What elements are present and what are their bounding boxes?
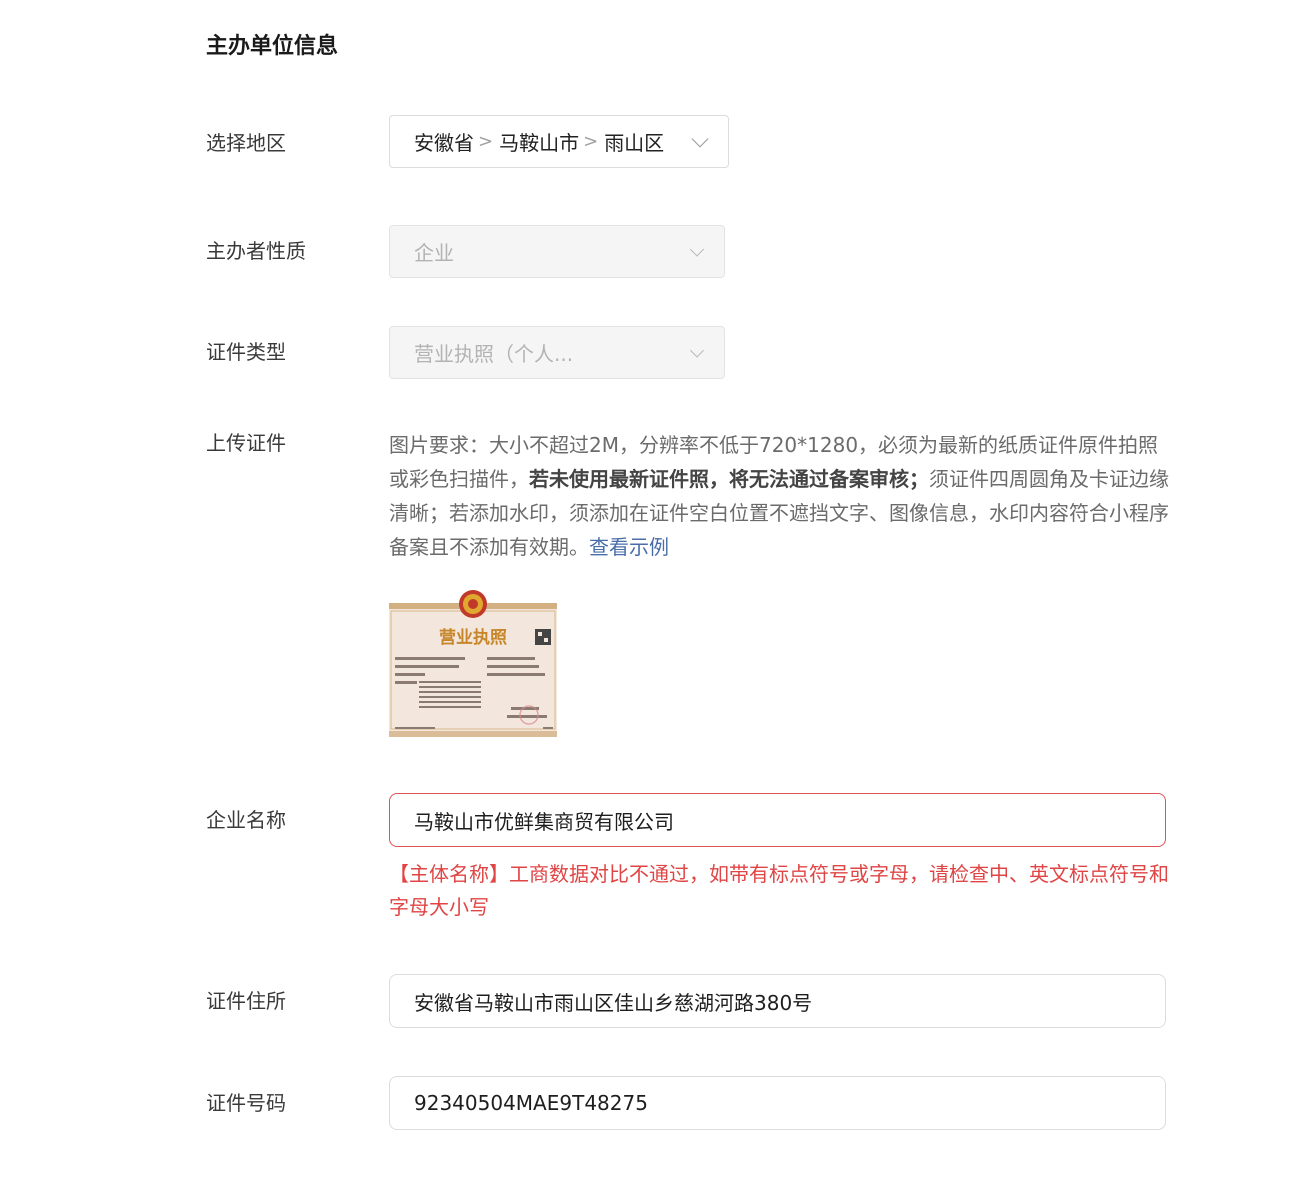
- cert-type-select[interactable]: 营业执照（个人...: [389, 326, 725, 379]
- cert-number-input[interactable]: 92340504MAE9T48275: [389, 1076, 1166, 1130]
- chevron-right-icon: >: [478, 131, 494, 152]
- license-thumbnail[interactable]: 营业执照: [389, 587, 557, 737]
- cert-number-label: 证件号码: [206, 1091, 286, 1115]
- chevron-down-icon: [689, 241, 705, 257]
- address-value: 安徽省马鞍山市雨山区佳山乡慈湖河路380号: [414, 990, 813, 1015]
- region-select[interactable]: 安徽省 > 马鞍山市 > 雨山区: [389, 115, 729, 168]
- requirements-warning: 若未使用最新证件照，将无法通过备案审核；: [529, 467, 929, 491]
- nature-select[interactable]: 企业: [389, 225, 725, 278]
- company-name-error: 【主体名称】工商数据对比不通过，如带有标点符号或字母，请检查中、英文标点符号和字…: [389, 862, 1169, 919]
- chevron-right-icon: >: [583, 131, 599, 152]
- cert-type-label: 证件类型: [206, 340, 286, 364]
- nature-value: 企业: [414, 241, 454, 265]
- cert-type-value: 营业执照（个人...: [414, 342, 574, 366]
- nature-label: 主办者性质: [206, 239, 306, 263]
- registration-form-page: 主办单位信息 选择地区 安徽省 > 马鞍山市 > 雨山区 主办者性质 企业 证件…: [0, 0, 1305, 1191]
- region-city: 马鞍山市: [499, 131, 580, 155]
- cert-number-value: 92340504MAE9T48275: [414, 1091, 648, 1115]
- section-title: 主办单位信息: [206, 34, 339, 59]
- company-name-input[interactable]: 马鞍山市优鲜集商贸有限公司: [389, 793, 1166, 847]
- region-label: 选择地区: [206, 131, 286, 155]
- company-name-label: 企业名称: [206, 808, 286, 832]
- license-title: 营业执照: [439, 627, 507, 648]
- view-example-link[interactable]: 查看示例: [589, 535, 669, 559]
- upload-label: 上传证件: [206, 431, 286, 455]
- region-district: 雨山区: [604, 131, 665, 155]
- chevron-down-icon: [691, 130, 709, 147]
- license-image: 营业执照: [389, 590, 557, 737]
- company-name-value: 马鞍山市优鲜集商贸有限公司: [414, 809, 674, 834]
- address-label: 证件住所: [206, 989, 286, 1013]
- address-input[interactable]: 安徽省马鞍山市雨山区佳山乡慈湖河路380号: [389, 974, 1166, 1028]
- upload-requirements: 图片要求：大小不超过2M，分辨率不低于720*1280，必须为最新的纸质证件原件…: [389, 428, 1169, 564]
- region-province: 安徽省: [414, 131, 474, 155]
- chevron-down-icon: [689, 342, 705, 358]
